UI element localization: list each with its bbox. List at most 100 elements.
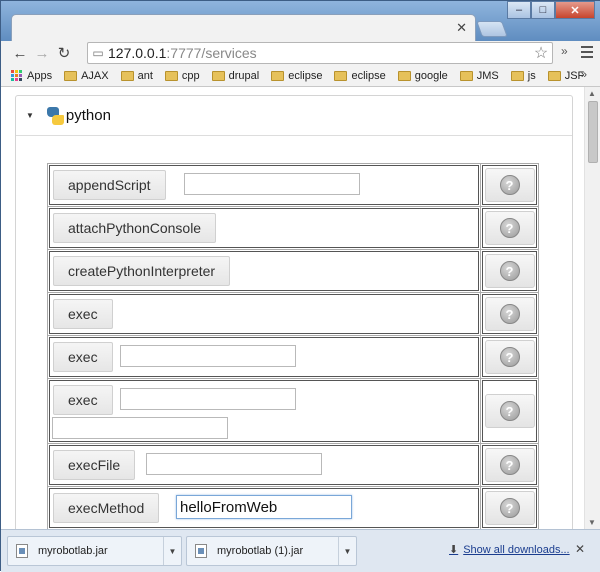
param-input[interactable] bbox=[184, 173, 360, 195]
method-row: exec? bbox=[47, 292, 539, 336]
method-row: appendScript? bbox=[47, 163, 539, 207]
folder-icon bbox=[510, 70, 524, 81]
method-cell: exec bbox=[47, 335, 481, 379]
bookmark-folder[interactable]: AJAX bbox=[64, 70, 109, 82]
tab-close-icon[interactable]: ✕ bbox=[456, 20, 467, 36]
bookmark-label: js bbox=[527, 69, 536, 82]
apps-grid-icon bbox=[11, 70, 22, 81]
help-button[interactable]: ? bbox=[484, 394, 535, 428]
download-item[interactable]: myrobotlab.jar ▼ bbox=[7, 536, 182, 566]
folder-icon bbox=[211, 70, 225, 81]
bookmark-label: AJAX bbox=[81, 69, 109, 82]
url-host: 127.0.0.1 bbox=[108, 45, 167, 61]
param-input[interactable] bbox=[146, 453, 322, 475]
method-cell: execFile bbox=[47, 443, 481, 487]
close-downloads-icon[interactable]: ✕ bbox=[575, 542, 585, 556]
bookmark-label: google bbox=[414, 69, 448, 82]
method-button[interactable]: execMethod bbox=[53, 493, 160, 523]
bookmark-apps[interactable]: Apps bbox=[11, 70, 52, 82]
download-item[interactable]: myrobotlab (1).jar ▼ bbox=[186, 536, 357, 566]
bookmark-folder[interactable]: JMS bbox=[459, 70, 499, 82]
bookmark-folder[interactable]: JSF bbox=[547, 70, 584, 82]
bookmark-folder[interactable]: drupal bbox=[211, 69, 260, 82]
method-button[interactable]: attachPythonConsole bbox=[53, 213, 217, 243]
vertical-scrollbar[interactable]: ▲ ▼ bbox=[584, 87, 600, 529]
help-cell: ? bbox=[480, 249, 539, 293]
help-cell: ? bbox=[480, 443, 539, 487]
chrome-menu-icon[interactable] bbox=[579, 43, 595, 61]
help-cell: ? bbox=[480, 292, 539, 336]
bookmark-folder[interactable]: js bbox=[510, 69, 536, 82]
method-button[interactable]: exec bbox=[53, 299, 113, 329]
help-button[interactable]: ? bbox=[484, 448, 535, 482]
question-mark-icon: ? bbox=[499, 498, 520, 518]
panel-title: python bbox=[65, 107, 111, 124]
bookmark-folder[interactable]: eclipse bbox=[271, 70, 322, 82]
method-cell: exec bbox=[47, 292, 481, 336]
method-button[interactable]: appendScript bbox=[53, 170, 166, 200]
toolbar-overflow-icon[interactable]: » bbox=[561, 44, 568, 58]
help-cell: ? bbox=[480, 335, 539, 379]
bookmark-folder[interactable]: ant bbox=[120, 69, 153, 82]
method-row: createPythonInterpreter? bbox=[47, 249, 539, 293]
method-row: exec? bbox=[47, 335, 539, 379]
show-all-downloads-link[interactable]: ⬇ Show all downloads... bbox=[449, 543, 570, 557]
panel-header[interactable]: ▼ python bbox=[16, 96, 572, 136]
question-mark-icon: ? bbox=[499, 401, 520, 421]
scrollbar-thumb[interactable] bbox=[588, 101, 598, 163]
help-button[interactable]: ? bbox=[484, 254, 535, 288]
folder-icon bbox=[164, 70, 178, 81]
help-button[interactable]: ? bbox=[484, 297, 535, 331]
param-input[interactable] bbox=[120, 388, 296, 410]
python-logo-icon bbox=[46, 106, 64, 125]
address-bar[interactable]: ▭ 127.0.0.1:7777/services ☆ bbox=[87, 42, 553, 64]
method-button[interactable]: createPythonInterpreter bbox=[53, 256, 231, 286]
close-window-button[interactable]: ✕ bbox=[555, 1, 595, 19]
bookmark-star-icon[interactable]: ☆ bbox=[530, 43, 552, 63]
window-controls: – □ ✕ bbox=[507, 1, 595, 21]
bookmark-label: eclipse bbox=[288, 69, 323, 82]
forward-button[interactable]: → bbox=[31, 42, 53, 64]
bookmark-label: drupal bbox=[228, 69, 260, 82]
folder-icon bbox=[547, 70, 561, 81]
param-input[interactable] bbox=[52, 417, 228, 439]
help-button[interactable]: ? bbox=[484, 168, 535, 202]
new-tab-button[interactable] bbox=[476, 21, 508, 37]
help-button[interactable]: ? bbox=[484, 211, 535, 245]
scroll-down-icon[interactable]: ▼ bbox=[588, 518, 596, 527]
download-menu-icon[interactable]: ▼ bbox=[338, 537, 356, 565]
folder-icon bbox=[459, 70, 473, 81]
download-menu-icon[interactable]: ▼ bbox=[163, 537, 181, 565]
method-button[interactable]: exec bbox=[53, 342, 113, 372]
param-input[interactable] bbox=[176, 495, 352, 519]
folder-icon bbox=[64, 70, 78, 81]
address-url[interactable]: 127.0.0.1:7777/services bbox=[108, 45, 530, 61]
bookmark-folder[interactable]: eclipse bbox=[334, 70, 386, 82]
back-button[interactable]: ← bbox=[9, 42, 31, 64]
bookmarks-overflow-icon[interactable]: » bbox=[581, 69, 587, 81]
help-button[interactable]: ? bbox=[484, 491, 535, 525]
maximize-button[interactable]: □ bbox=[531, 1, 555, 19]
active-tab[interactable]: ✕ bbox=[11, 14, 476, 42]
page-content: ▼ python appendScript? attachPythonConsol… bbox=[1, 87, 600, 529]
bookmark-folder[interactable]: cpp bbox=[164, 70, 200, 82]
help-cell: ? bbox=[480, 486, 539, 529]
help-button[interactable]: ? bbox=[484, 340, 535, 374]
reload-button[interactable]: ↻ bbox=[53, 42, 75, 64]
help-cell: ? bbox=[480, 163, 539, 207]
question-mark-icon: ? bbox=[499, 175, 520, 195]
method-button[interactable]: exec bbox=[53, 385, 113, 415]
download-filename: myrobotlab (1).jar bbox=[217, 545, 304, 557]
bookmark-folder[interactable]: google bbox=[397, 69, 448, 82]
collapse-caret-icon[interactable]: ▼ bbox=[26, 111, 34, 120]
method-row: execMethod? bbox=[47, 486, 539, 529]
param-input[interactable] bbox=[120, 345, 296, 367]
folder-icon bbox=[334, 70, 348, 81]
method-cell: createPythonInterpreter bbox=[47, 249, 481, 293]
minimize-button[interactable]: – bbox=[507, 1, 531, 19]
bookmark-label: ant bbox=[137, 69, 153, 82]
method-button[interactable]: execFile bbox=[53, 450, 136, 480]
method-row: execFile? bbox=[47, 443, 539, 487]
bookmarks-bar: Apps AJAX ant cpp drupal eclipse eclipse google… bbox=[1, 65, 600, 87]
scroll-up-icon[interactable]: ▲ bbox=[588, 89, 596, 98]
